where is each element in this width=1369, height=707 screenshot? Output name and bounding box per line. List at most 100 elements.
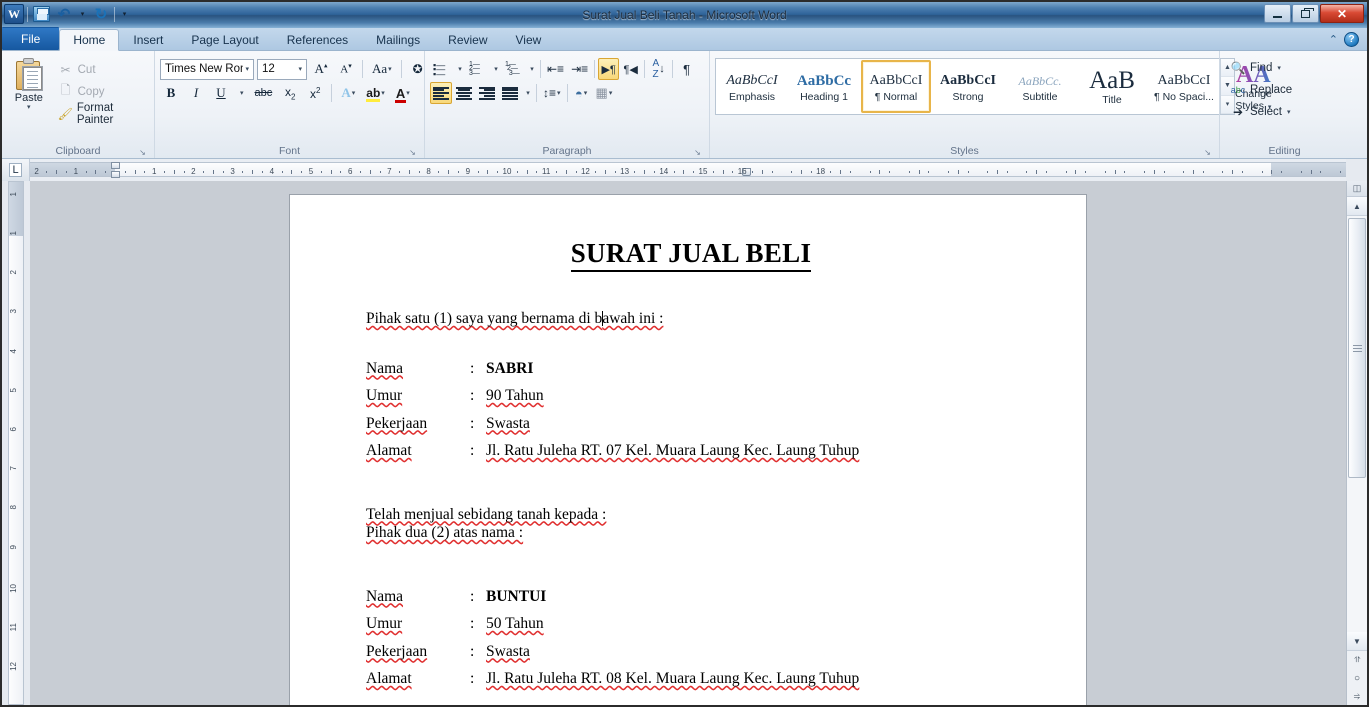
- multilevel-list-button[interactable]: 1— 2— 3—: [502, 58, 525, 80]
- tab-mailings[interactable]: Mailings: [362, 28, 434, 50]
- customize-qat-button[interactable]: ▾: [118, 5, 131, 24]
- vertical-scrollbar[interactable]: ◫ ▲ ▼ ⥣ ○ ⥤: [1346, 181, 1367, 705]
- ruler-minor-tick: [889, 171, 890, 173]
- select-button[interactable]: ➔ Select ▾: [1225, 101, 1297, 122]
- justify-button[interactable]: [499, 82, 521, 104]
- font-size-combobox[interactable]: 12 ▾: [257, 58, 307, 80]
- scroll-up-button[interactable]: ▲: [1347, 197, 1367, 216]
- field-colon: :: [470, 642, 475, 660]
- help-icon[interactable]: ?: [1344, 32, 1359, 47]
- align-center-button[interactable]: [453, 82, 475, 104]
- right-to-left-button[interactable]: ¶◀: [620, 58, 641, 80]
- style-strong[interactable]: AaBbCcI Strong: [933, 60, 1003, 113]
- bullets-button[interactable]: ▪— ▪— ▪—: [430, 58, 453, 80]
- multilevel-dropdown[interactable]: ▾: [526, 58, 537, 80]
- minimize-button[interactable]: [1264, 4, 1291, 23]
- tab-page-layout[interactable]: Page Layout: [177, 28, 272, 50]
- scrollbar-thumb[interactable]: [1348, 218, 1366, 478]
- justify-dropdown[interactable]: ▾: [522, 82, 533, 104]
- word-logo-icon[interactable]: W: [4, 4, 24, 24]
- tab-home[interactable]: Home: [59, 29, 120, 51]
- clipboard-dialog-launcher[interactable]: ↘: [138, 148, 147, 157]
- select-label: Select: [1250, 105, 1282, 118]
- bold-button[interactable]: B: [160, 82, 182, 104]
- restore-button[interactable]: [1292, 4, 1319, 23]
- font-dialog-launcher[interactable]: ↘: [408, 148, 417, 157]
- first-line-indent-marker[interactable]: [111, 162, 120, 169]
- text-highlight-button[interactable]: ab ▾: [362, 82, 389, 104]
- numbering-dropdown[interactable]: ▾: [490, 58, 501, 80]
- minimize-ribbon-icon[interactable]: ⌃: [1329, 33, 1338, 46]
- style-no-spacing[interactable]: AaBbCcI ¶ No Spaci...: [1149, 60, 1219, 113]
- tab-view[interactable]: View: [502, 28, 556, 50]
- field-value: BUNTUI: [486, 587, 547, 605]
- chevron-down-icon[interactable]: ▾: [296, 65, 304, 73]
- line-spacing-button[interactable]: ↕≡ ▾: [540, 82, 564, 104]
- tab-references[interactable]: References: [273, 28, 362, 50]
- chevron-down-icon[interactable]: ▾: [27, 104, 31, 111]
- previous-page-button[interactable]: ⥣: [1347, 651, 1367, 669]
- paragraph-dialog-launcher[interactable]: ↘: [693, 148, 702, 157]
- scrollbar-track[interactable]: [1347, 216, 1367, 632]
- tab-review[interactable]: Review: [434, 28, 501, 50]
- select-browse-object-button[interactable]: ○: [1347, 669, 1367, 687]
- document-page[interactable]: SURAT JUAL BELI Pihak satu (1) saya yang…: [290, 195, 1086, 705]
- grow-font-button[interactable]: A▴: [310, 58, 332, 80]
- close-button[interactable]: ✕: [1320, 4, 1364, 23]
- strikethrough-button[interactable]: abc: [251, 82, 277, 104]
- copy-icon: 🗋: [60, 83, 71, 97]
- underline-dropdown[interactable]: ▾: [235, 82, 248, 104]
- copy-button[interactable]: 🗋 Copy: [53, 81, 149, 102]
- font-name-combobox[interactable]: Times New Rom ▾: [160, 58, 254, 80]
- tab-file[interactable]: File: [2, 27, 60, 50]
- bullets-dropdown[interactable]: ▾: [454, 58, 465, 80]
- styles-dialog-launcher[interactable]: ↘: [1203, 148, 1212, 157]
- style-emphasis[interactable]: AaBbCcI Emphasis: [717, 60, 787, 113]
- style-label: ¶ No Spaci...: [1154, 90, 1214, 103]
- show-formatting-marks-button[interactable]: ¶: [676, 58, 697, 80]
- underline-button[interactable]: U: [210, 82, 232, 104]
- font-color-button[interactable]: A ▾: [392, 82, 414, 104]
- tab-insert[interactable]: Insert: [119, 28, 177, 50]
- align-left-button[interactable]: [430, 82, 452, 104]
- horizontal-ruler[interactable]: 2 1 1 2 3 4 5 6 7 8 9 10 11 12 13 14 15 16 18: [30, 159, 1346, 181]
- shrink-font-button[interactable]: A▾: [335, 58, 357, 80]
- vertical-ruler[interactable]: 1 1 2 3 4 5 6 7 8 9 10 11 12: [8, 181, 24, 705]
- cut-button[interactable]: ✂ Cut: [53, 59, 149, 80]
- ruler-minor-tick: [370, 170, 371, 174]
- split-bar-handle[interactable]: ◫: [1347, 181, 1367, 197]
- ruler-minor-tick: [95, 170, 96, 174]
- numbering-button[interactable]: 1— 2— 3—: [466, 58, 489, 80]
- left-to-right-button[interactable]: ▶¶: [598, 58, 620, 80]
- increase-indent-button[interactable]: ⇥≡: [568, 58, 591, 80]
- tab-stop-selector[interactable]: L: [2, 159, 30, 181]
- left-indent-marker[interactable]: [111, 171, 120, 178]
- undo-dropdown[interactable]: ▾: [77, 5, 88, 24]
- scroll-down-button[interactable]: ▼: [1347, 632, 1367, 651]
- subscript-button[interactable]: x2: [279, 82, 301, 104]
- style-title[interactable]: AaB Title: [1077, 60, 1147, 113]
- find-button[interactable]: 🔍 Find ▾: [1225, 57, 1297, 78]
- document-canvas[interactable]: SURAT JUAL BELI Pihak satu (1) saya yang…: [30, 181, 1346, 705]
- style-subtitle[interactable]: AaBbCc. Subtitle: [1005, 60, 1075, 113]
- style-heading-1[interactable]: AaBbCс Heading 1: [789, 60, 859, 113]
- shading-button[interactable]: ◓ ▾: [571, 82, 592, 104]
- replace-button[interactable]: abc Replace: [1225, 79, 1297, 100]
- format-painter-button[interactable]: 🖌 Format Painter: [53, 102, 149, 126]
- redo-button[interactable]: ↻: [91, 5, 111, 24]
- paste-button[interactable]: Paste ▾: [7, 56, 51, 124]
- chevron-down-icon[interactable]: ▾: [243, 65, 251, 73]
- text-effects-button[interactable]: A ▾: [337, 82, 359, 104]
- italic-button[interactable]: I: [185, 82, 207, 104]
- superscript-button[interactable]: x2: [304, 82, 326, 104]
- undo-button[interactable]: ↶: [54, 5, 74, 24]
- change-case-button[interactable]: Aa ▾: [368, 58, 396, 80]
- style-normal[interactable]: AaBbCcI ¶ Normal: [861, 60, 931, 113]
- decrease-indent-button[interactable]: ⇤≡: [544, 58, 567, 80]
- save-button[interactable]: [31, 5, 51, 24]
- next-page-button[interactable]: ⥤: [1347, 687, 1367, 705]
- sort-button[interactable]: A Z ↓: [648, 58, 669, 80]
- borders-button[interactable]: ▦ ▾: [593, 82, 616, 104]
- align-right-button[interactable]: [476, 82, 498, 104]
- document-body[interactable]: SURAT JUAL BELI Pihak satu (1) saya yang…: [290, 195, 1086, 705]
